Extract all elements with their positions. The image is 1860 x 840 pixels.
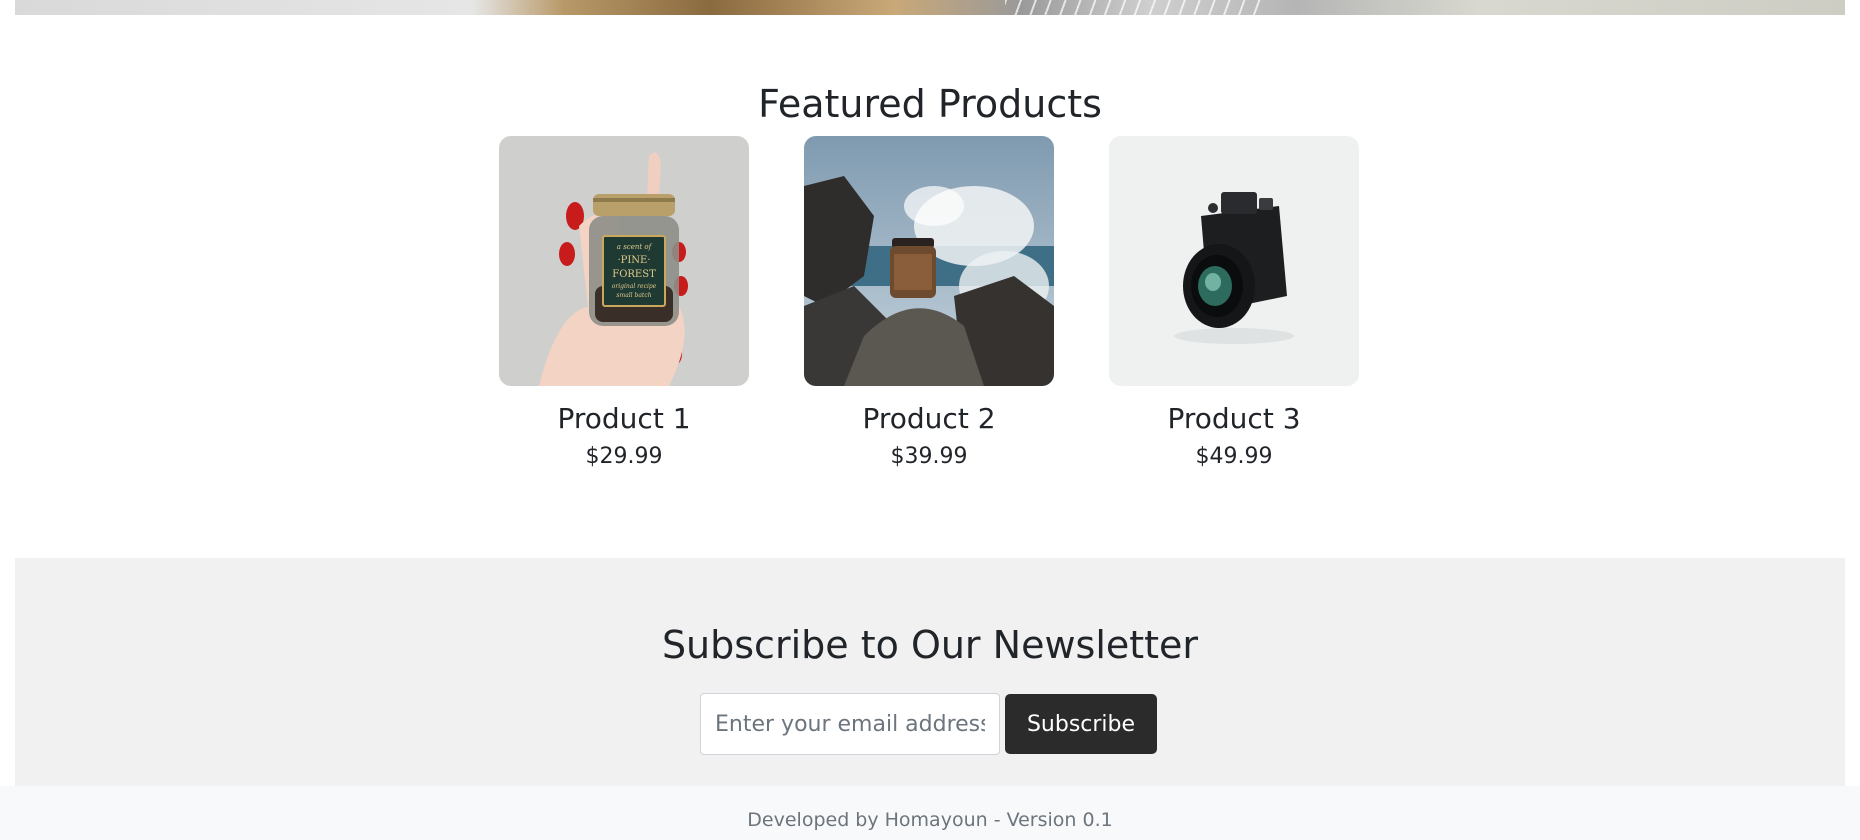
- jar-label-line2: ·PINE·: [617, 255, 650, 266]
- product-3-image[interactable]: [1109, 136, 1359, 386]
- product-1-image[interactable]: a scent of ·PINE· FOREST original recipe…: [499, 136, 749, 386]
- product-2-image[interactable]: [804, 136, 1054, 386]
- product-2-name[interactable]: Product 2: [804, 401, 1054, 437]
- product-3-name[interactable]: Product 3: [1109, 401, 1359, 437]
- hero-banner-image: [15, 0, 1845, 15]
- newsletter-section: Subscribe to Our Newsletter Subscribe: [15, 558, 1845, 786]
- jar-label-line5: small batch: [616, 292, 651, 299]
- jar-label-line3: FOREST: [612, 269, 656, 280]
- newsletter-title: Subscribe to Our Newsletter: [661, 623, 1199, 667]
- subscribe-button[interactable]: Subscribe: [1005, 694, 1157, 754]
- product-card-3[interactable]: Product 3 $49.99: [1109, 136, 1359, 472]
- email-input[interactable]: [700, 693, 1000, 755]
- product-3-price: $49.99: [1195, 444, 1273, 469]
- jar-label-line1: a scent of: [617, 243, 653, 251]
- hero-basket-detail: [1005, 0, 1265, 15]
- product-1-price: $29.99: [585, 444, 663, 469]
- jar-label-line4: original recipe: [612, 283, 657, 290]
- featured-products-title: Featured Products: [758, 82, 1102, 126]
- product-1-name[interactable]: Product 1: [499, 401, 749, 437]
- footer: Developed by Homayoun - Version 0.1: [0, 786, 1860, 840]
- footer-credit: Developed by Homayoun - Version 0.1: [747, 809, 1113, 831]
- product-card-1[interactable]: a scent of ·PINE· FOREST original recipe…: [499, 136, 749, 472]
- product-card-2[interactable]: Product 2 $39.99: [804, 136, 1054, 472]
- product-2-price: $39.99: [890, 444, 968, 469]
